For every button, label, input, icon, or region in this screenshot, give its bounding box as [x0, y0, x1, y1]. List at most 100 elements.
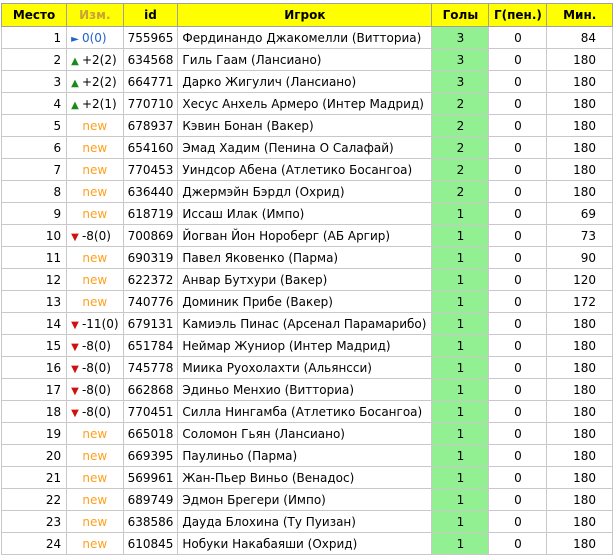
table-row: 1 ► 0(0) 755965 Фердинандо Джакомелли (Витт…	[0, 26, 613, 49]
player-id-cell: 654160	[122, 136, 179, 159]
penalty-goals-cell: 0	[488, 48, 548, 71]
rank-cell: 14	[0, 312, 68, 335]
rank-cell: 13	[0, 290, 68, 313]
goals-cell: 1	[431, 532, 490, 555]
arrow-up-icon: ▲	[71, 55, 82, 67]
player-id-cell: 745778	[122, 356, 179, 379]
goals-cell: 1	[431, 268, 490, 291]
player-id-cell: 569961	[122, 466, 179, 489]
player-id-cell: 740776	[122, 290, 179, 313]
penalty-goals-cell: 0	[488, 114, 548, 137]
minutes-cell: 180	[546, 488, 613, 511]
change-value: 0(0)	[81, 30, 107, 45]
header-min: Мин.	[546, 3, 613, 27]
player-name-cell: Дарко Жигулич (Лансиано)	[177, 70, 433, 93]
goals-cell: 1	[431, 422, 490, 445]
goals-cell: 1	[431, 246, 490, 269]
change-new-label: new	[82, 206, 108, 221]
player-name-cell: Хесус Анхель Армеро (Интер Мадрид)	[177, 92, 433, 115]
change-cell: ▲ +2(2)	[66, 48, 124, 71]
penalty-goals-cell: 0	[488, 92, 548, 115]
change-new-label: new	[82, 426, 108, 441]
change-cell: new	[66, 422, 124, 445]
arrow-down-icon: ▼	[71, 385, 82, 397]
player-id-cell: 664771	[122, 70, 179, 93]
player-name-cell: Доминик Прибе (Вакер)	[177, 290, 433, 313]
table-row: 18 ▼ -8(0) 770451 Силла Нингамба (Атлетико …	[0, 400, 613, 423]
goals-cell: 3	[431, 70, 490, 93]
goals-cell: 1	[431, 400, 490, 423]
table-row: 22 new 689749 Эдмон Брегери (Импо) 1 0 180	[0, 488, 613, 511]
change-new-label: new	[82, 118, 108, 133]
arrow-down-icon: ▼	[71, 363, 82, 375]
penalty-goals-cell: 0	[488, 378, 548, 401]
header-rank: Место	[0, 3, 68, 27]
table-row: 21 new 569961 Жан-Пьер Виньо (Венадос) 1 0 180	[0, 466, 613, 489]
penalty-goals-cell: 0	[488, 268, 548, 291]
minutes-cell: 180	[546, 158, 613, 181]
player-id-cell: 610845	[122, 532, 179, 555]
change-cell: new	[66, 114, 124, 137]
rank-cell: 1	[0, 26, 68, 49]
change-cell: new	[66, 180, 124, 203]
goals-cell: 1	[431, 312, 490, 335]
minutes-cell: 180	[546, 510, 613, 533]
change-cell: ▲ +2(1)	[66, 92, 124, 115]
goals-cell: 3	[431, 26, 490, 49]
penalty-goals-cell: 0	[488, 136, 548, 159]
goals-cell: 2	[431, 92, 490, 115]
change-cell: ▼ -8(0)	[66, 334, 124, 357]
change-cell: new	[66, 444, 124, 467]
penalty-goals-cell: 0	[488, 290, 548, 313]
change-cell: ▼ -8(0)	[66, 400, 124, 423]
goals-cell: 1	[431, 356, 490, 379]
goals-cell: 2	[431, 114, 490, 137]
change-cell: new	[66, 202, 124, 225]
header-row: Место Изм. id Игрок Голы Г(пен.) Мин.	[0, 3, 613, 27]
penalty-goals-cell: 0	[488, 70, 548, 93]
change-cell: new	[66, 290, 124, 313]
penalty-goals-cell: 0	[488, 202, 548, 225]
change-cell: ▼ -8(0)	[66, 224, 124, 247]
change-new-label: new	[82, 470, 108, 485]
player-name-cell: Неймар Жуниор (Интер Мадрид)	[177, 334, 433, 357]
change-value: -8(0)	[81, 360, 111, 375]
table-row: 14 ▼ -11(0) 679131 Камиэль Пинас (Арсенал П…	[0, 312, 613, 335]
penalty-goals-cell: 0	[488, 224, 548, 247]
player-id-cell: 770710	[122, 92, 179, 115]
goals-cell: 1	[431, 290, 490, 313]
penalty-goals-cell: 0	[488, 422, 548, 445]
change-new-label: new	[82, 294, 108, 309]
minutes-cell: 180	[546, 378, 613, 401]
player-name-cell: Павел Яковенко (Парма)	[177, 246, 433, 269]
player-name-cell: Паулиньо (Парма)	[177, 444, 433, 467]
player-name-cell: Жан-Пьер Виньо (Венадос)	[177, 466, 433, 489]
rank-cell: 21	[0, 466, 68, 489]
table-row: 10 ▼ -8(0) 700869 Йогван Йон Нороберг (АБ А…	[0, 224, 613, 247]
minutes-cell: 180	[546, 136, 613, 159]
player-id-cell: 651784	[122, 334, 179, 357]
table-row: 19 new 665018 Соломон Гьян (Лансиано) 1 0 180	[0, 422, 613, 445]
change-cell: new	[66, 246, 124, 269]
change-cell: new	[66, 466, 124, 489]
rank-cell: 4	[0, 92, 68, 115]
table-row: 16 ▼ -8(0) 745778 Миика Руохолахти (Альянсс…	[0, 356, 613, 379]
arrow-down-icon: ▼	[71, 319, 82, 331]
change-cell: ▼ -11(0)	[66, 312, 124, 335]
change-cell: new	[66, 158, 124, 181]
rank-cell: 19	[0, 422, 68, 445]
arrow-down-icon: ▼	[71, 407, 82, 419]
player-id-cell: 679131	[122, 312, 179, 335]
minutes-cell: 180	[546, 180, 613, 203]
rank-cell: 16	[0, 356, 68, 379]
goals-cell: 1	[431, 488, 490, 511]
arrow-up-icon: ▲	[71, 99, 82, 111]
player-name-cell: Джермэйн Бэрдл (Охрид)	[177, 180, 433, 203]
player-id-cell: 770451	[122, 400, 179, 423]
change-cell: ▲ +2(2)	[66, 70, 124, 93]
player-name-cell: Гиль Гаам (Лансиано)	[177, 48, 433, 71]
minutes-cell: 180	[546, 532, 613, 555]
change-new-label: new	[82, 250, 108, 265]
minutes-cell: 180	[546, 114, 613, 137]
penalty-goals-cell: 0	[488, 26, 548, 49]
